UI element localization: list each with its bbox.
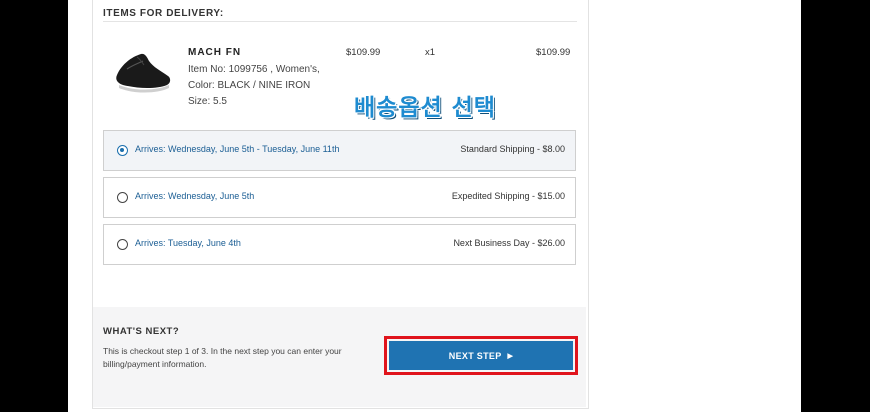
shipping-method-price: Standard Shipping - $8.00 xyxy=(460,144,565,154)
arrival-date: Arrives: Tuesday, June 4th xyxy=(135,238,241,248)
shipping-method-price: Next Business Day - $26.00 xyxy=(453,238,565,248)
product-color: Color: BLACK / NINE IRON xyxy=(188,80,311,91)
section-divider xyxy=(103,21,577,22)
radio-button-selected[interactable] xyxy=(117,145,128,156)
product-size: Size: 5.5 xyxy=(188,96,227,107)
product-name: MACH FN xyxy=(188,47,242,58)
arrival-date: Arrives: Wednesday, June 5th - Tuesday, … xyxy=(135,144,340,154)
section-title: ITEMS FOR DELIVERY: xyxy=(103,8,224,19)
shipping-option-standard[interactable]: Arrives: Wednesday, June 5th - Tuesday, … xyxy=(103,130,576,171)
next-step-button[interactable]: NEXT STEP ▶ xyxy=(389,341,573,370)
product-total: $109.99 xyxy=(536,47,571,58)
next-step-description: This is checkout step 1 of 3. In the nex… xyxy=(103,346,342,369)
radio-button[interactable] xyxy=(117,192,128,203)
arrival-date: Arrives: Wednesday, June 5th xyxy=(135,191,255,201)
shipping-method-price: Expedited Shipping - $15.00 xyxy=(451,191,565,201)
next-step-label: NEXT STEP xyxy=(448,350,502,361)
product-quantity: x1 xyxy=(425,47,436,58)
shipping-option-expedited[interactable]: Arrives: Wednesday, June 5th Expedited S… xyxy=(103,177,576,218)
radio-button[interactable] xyxy=(117,239,128,250)
shipping-option-next-day[interactable]: Arrives: Tuesday, June 4th Next Business… xyxy=(103,224,576,265)
product-item-number: Item No: 1099756 , Women's, xyxy=(188,64,320,75)
shoe-icon xyxy=(116,53,171,93)
annotation-label: 배송옵션 선택 xyxy=(354,95,496,121)
caret-right-icon: ▶ xyxy=(507,352,514,360)
product-price: $109.99 xyxy=(346,47,381,58)
whats-next-heading: WHAT'S NEXT? xyxy=(103,326,180,337)
